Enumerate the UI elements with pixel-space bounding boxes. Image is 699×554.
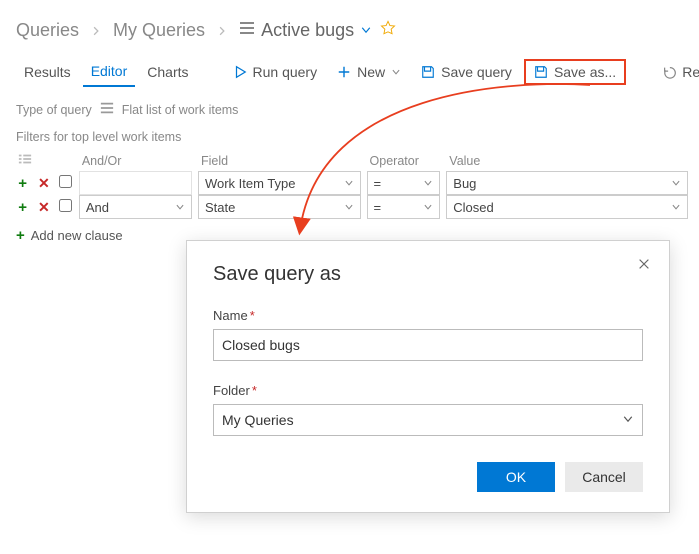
toolbar: Results Editor Charts Run query New Save… [0,55,699,89]
operator-select[interactable]: = [367,195,441,219]
filter-row: + ✕ Work Item Type = Bug [12,171,691,195]
new-button[interactable]: New [329,60,409,84]
chevron-down-icon [622,412,634,428]
remove-row-icon[interactable]: ✕ [38,175,50,191]
tab-results[interactable]: Results [16,58,79,86]
chevron-down-icon [391,64,401,80]
save-icon [421,65,435,79]
breadcrumb-level1[interactable]: My Queries [113,20,205,41]
field-select[interactable]: State [198,195,361,219]
name-input[interactable] [213,329,643,361]
operator-select[interactable]: = [367,171,441,195]
dialog-title: Save query as [213,263,643,286]
save-query-as-dialog: Save query as Name* Folder* My Queries O… [186,240,670,513]
close-icon[interactable] [637,257,651,274]
folder-label: Folder* [213,383,643,398]
andor-select[interactable]: And [79,195,192,219]
play-icon [233,65,247,79]
filters-heading: Filters for top level work items [0,126,699,150]
folder-select[interactable]: My Queries [213,404,643,436]
col-andor: And/Or [76,150,195,171]
tab-charts[interactable]: Charts [139,58,196,86]
remove-row-icon[interactable]: ✕ [38,199,50,215]
chevron-right-icon [91,20,101,41]
col-operator: Operator [364,150,444,171]
row-checkbox[interactable] [59,175,72,188]
col-field: Field [195,150,364,171]
revert-button[interactable]: Re [654,60,699,84]
name-label: Name* [213,308,643,323]
query-type-label: Type of query [16,103,92,117]
query-type-row: Type of query Flat list of work items [0,89,699,126]
breadcrumb: Queries My Queries Active bugs [0,0,699,55]
row-checkbox[interactable] [59,199,72,212]
chevron-right-icon [217,20,227,41]
value-select[interactable]: Closed [446,195,688,219]
group-icon[interactable] [18,155,32,169]
plus-icon: + [16,227,25,244]
breadcrumb-current[interactable]: Active bugs [261,20,354,41]
filters-table: And/Or Field Operator Value + ✕ Work Ite… [12,150,691,219]
flat-list-icon [100,101,114,118]
undo-icon [662,65,676,79]
col-value: Value [443,150,691,171]
save-as-button[interactable]: Save as... [524,59,626,85]
tab-editor[interactable]: Editor [83,57,136,87]
add-new-clause[interactable]: + Add new clause [0,219,139,252]
query-type-value[interactable]: Flat list of work items [122,103,239,117]
breadcrumb-root[interactable]: Queries [16,20,79,41]
field-select[interactable]: Work Item Type [198,171,361,195]
value-select[interactable]: Bug [446,171,688,195]
chevron-down-icon[interactable] [360,20,372,41]
filter-row: + ✕ And State = Closed [12,195,691,219]
cancel-button[interactable]: Cancel [565,462,643,492]
save-as-icon [534,65,548,79]
plus-icon [337,65,351,79]
list-icon [239,20,255,41]
ok-button[interactable]: OK [477,462,555,492]
add-row-icon[interactable]: + [18,199,27,216]
save-query-button[interactable]: Save query [413,60,520,84]
andor-select[interactable] [79,171,192,195]
add-row-icon[interactable]: + [18,175,27,192]
run-query-button[interactable]: Run query [225,60,326,84]
favorite-star-icon[interactable] [380,20,396,41]
